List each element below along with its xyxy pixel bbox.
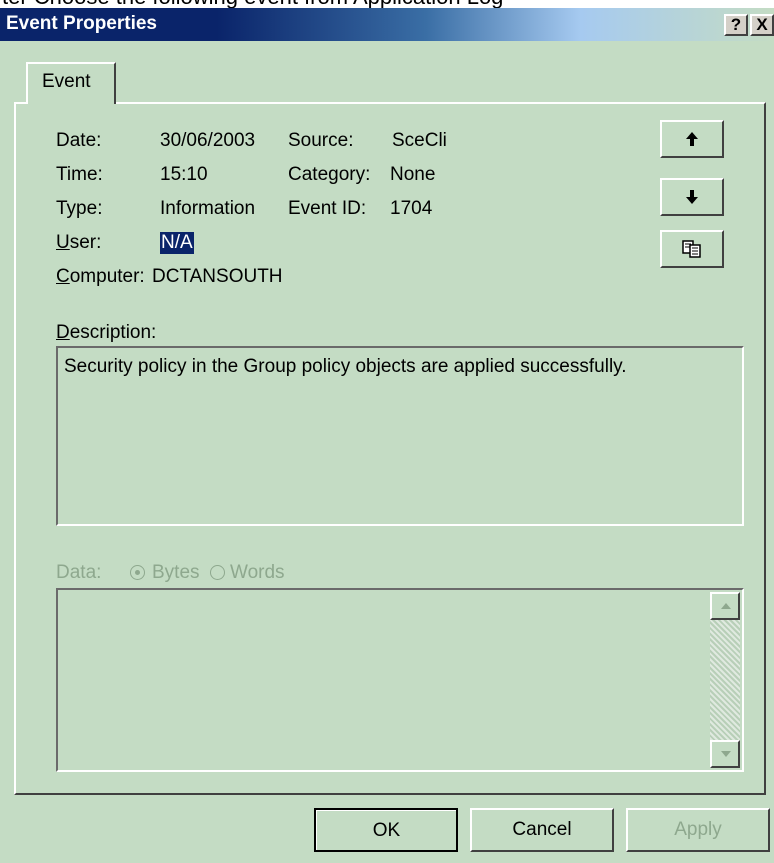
arrow-up-icon bbox=[686, 132, 698, 146]
type-value: Information bbox=[160, 198, 256, 219]
next-event-button[interactable] bbox=[660, 178, 724, 216]
background-caption-text: ter Choose the following event from Appl… bbox=[2, 0, 503, 8]
arrow-down-icon bbox=[686, 190, 698, 204]
copy-button[interactable] bbox=[660, 230, 724, 268]
data-scrollbar[interactable] bbox=[710, 592, 740, 768]
bytes-radio[interactable] bbox=[130, 565, 145, 580]
category-value: None bbox=[390, 164, 436, 185]
user-value[interactable]: N/A bbox=[160, 232, 194, 254]
source-label: Source: bbox=[288, 130, 354, 151]
data-label: Data: bbox=[56, 562, 102, 583]
description-textbox[interactable]: Security policy in the Group policy obje… bbox=[56, 346, 744, 526]
user-label-rest: ser: bbox=[69, 232, 102, 253]
computer-label: Computer: bbox=[56, 266, 145, 287]
event-id-value: 1704 bbox=[390, 198, 433, 219]
previous-event-button[interactable] bbox=[660, 120, 724, 158]
words-label: Words bbox=[230, 562, 285, 583]
scroll-up-button[interactable] bbox=[710, 592, 740, 620]
type-label: Type: bbox=[56, 198, 103, 219]
event-id-label: Event ID: bbox=[288, 198, 367, 219]
scroll-down-icon bbox=[721, 751, 731, 757]
computer-value: DCTANSOUTH bbox=[152, 266, 283, 287]
copy-icon bbox=[682, 240, 701, 258]
time-value: 15:10 bbox=[160, 164, 208, 185]
ok-button[interactable]: OK bbox=[314, 808, 458, 852]
description-text: Security policy in the Group policy obje… bbox=[64, 356, 627, 377]
background-caption: ter Choose the following event from Appl… bbox=[0, 0, 774, 8]
bytes-label: Bytes bbox=[152, 562, 200, 583]
category-label: Category: bbox=[288, 164, 371, 185]
cancel-button[interactable]: Cancel bbox=[470, 808, 614, 852]
scroll-up-icon bbox=[721, 603, 731, 609]
scroll-down-button[interactable] bbox=[710, 740, 740, 768]
description-label-rest: escription: bbox=[69, 322, 157, 343]
user-label: User: bbox=[56, 232, 102, 253]
tab-event-label: Event bbox=[42, 71, 91, 92]
apply-button[interactable]: Apply bbox=[626, 808, 770, 852]
tab-event[interactable]: Event bbox=[26, 62, 116, 104]
bytes-radio-dot bbox=[135, 570, 140, 575]
event-properties-dialog: Event Properties ? X Event Date: 30/06/2… bbox=[0, 8, 774, 863]
description-label: Description: bbox=[56, 322, 157, 343]
computer-label-rest: omputer: bbox=[69, 266, 145, 287]
source-value: SceCli bbox=[392, 130, 447, 151]
help-button[interactable]: ? bbox=[724, 14, 748, 36]
words-radio[interactable] bbox=[210, 565, 225, 580]
data-textbox[interactable] bbox=[56, 588, 744, 772]
date-value: 30/06/2003 bbox=[160, 130, 256, 151]
close-button[interactable]: X bbox=[750, 14, 774, 36]
date-label: Date: bbox=[56, 130, 102, 151]
title-bar[interactable]: Event Properties ? X bbox=[0, 8, 774, 41]
window-title: Event Properties bbox=[6, 13, 157, 34]
time-label: Time: bbox=[56, 164, 103, 185]
